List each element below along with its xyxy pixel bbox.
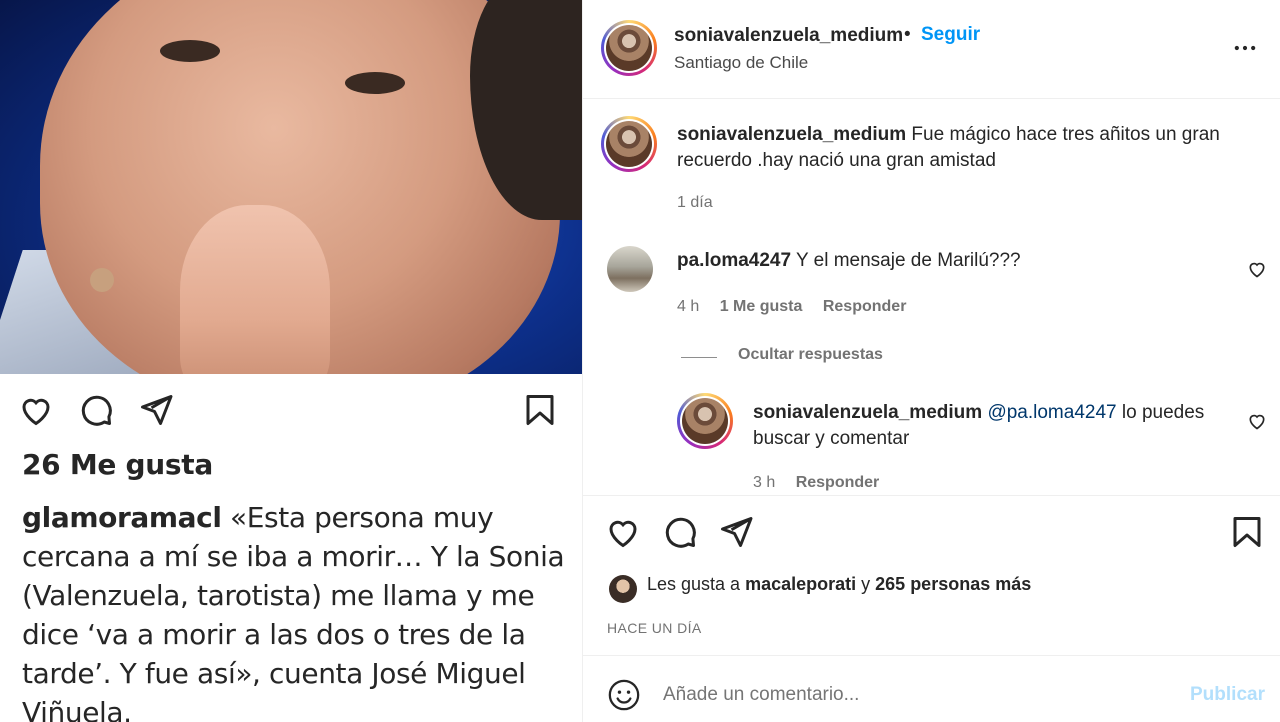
likes-user[interactable]: macaleporati xyxy=(745,574,856,594)
likes-summary[interactable]: Les gusta a macaleporati y 265 personas … xyxy=(647,574,1031,595)
follow-button[interactable]: Seguir xyxy=(921,24,980,46)
heart-icon xyxy=(22,398,50,426)
embedded-caption-user: glamoramacl xyxy=(22,501,222,534)
caption-meta: 1 día xyxy=(677,194,729,212)
caption-time[interactable]: 1 día xyxy=(677,194,713,211)
embedded-caption: glamoramacl «Esta persona muy cercana a … xyxy=(22,498,572,722)
comments-list[interactable]: soniavalenzuela_medium Fue mágico hace t… xyxy=(583,100,1280,494)
separator-dot: • xyxy=(904,24,911,45)
embedded-caption-text: «Esta persona muy cercana a mí se iba a … xyxy=(22,501,565,722)
comment-time[interactable]: 4 h xyxy=(677,298,699,315)
post-location[interactable]: Santiago de Chile xyxy=(674,53,808,73)
post-media[interactable]: 26 Me gusta glamoramacl «Esta persona mu… xyxy=(0,0,582,722)
post-header: soniavalenzuela_medium • Seguir Santiago… xyxy=(583,0,1280,99)
comment-username[interactable]: pa.loma4247 xyxy=(677,250,791,271)
commenter-avatar[interactable] xyxy=(607,246,653,292)
likes-prefix: Les gusta a xyxy=(647,574,746,594)
comment-text: Y el mensaje de Marilú??? xyxy=(791,250,1021,271)
comment-like-count[interactable]: 1 Me gusta xyxy=(720,298,803,315)
post-details-panel: soniavalenzuela_medium • Seguir Santiago… xyxy=(582,0,1280,722)
post-actions: Les gusta a macaleporati y 265 personas … xyxy=(583,495,1280,655)
share-icon[interactable] xyxy=(718,514,754,550)
save-bookmark-icon[interactable] xyxy=(1229,514,1265,550)
post-photo xyxy=(0,0,582,374)
comment-reply-button[interactable]: Responder xyxy=(823,298,907,315)
post-timestamp[interactable]: HACE UN DÍA xyxy=(607,620,702,636)
likes-middle: y xyxy=(856,574,876,594)
comment-text-block: pa.loma4247 Y el mensaje de Marilú??? xyxy=(677,248,1217,274)
liker-avatar[interactable] xyxy=(609,575,637,603)
reply-reply-button[interactable]: Responder xyxy=(796,474,880,491)
comment-icon xyxy=(81,395,112,426)
reply-mention[interactable]: @pa.loma4247 xyxy=(987,402,1116,423)
reply-text-block: soniavalenzuela_medium @pa.loma4247 lo p… xyxy=(753,400,1233,452)
author-username[interactable]: soniavalenzuela_medium xyxy=(674,25,903,47)
caption-text-block: soniavalenzuela_medium Fue mágico hace t… xyxy=(677,122,1247,174)
hide-replies-line xyxy=(681,357,717,358)
comment-meta: 4 h 1 Me gusta Responder xyxy=(677,298,922,316)
share-icon xyxy=(141,395,173,425)
caption-username[interactable]: soniavalenzuela_medium xyxy=(677,124,906,145)
publish-button[interactable]: Publicar xyxy=(1190,684,1265,706)
author-avatar[interactable] xyxy=(601,20,657,76)
add-comment-bar: Publicar xyxy=(583,655,1280,722)
emoji-icon[interactable] xyxy=(607,678,641,712)
likes-others[interactable]: 265 personas más xyxy=(875,574,1031,594)
comment-icon[interactable] xyxy=(662,514,698,550)
more-icon[interactable] xyxy=(1231,34,1259,62)
caption-avatar[interactable] xyxy=(601,116,657,172)
like-heart-icon[interactable] xyxy=(605,514,641,550)
reply-time[interactable]: 3 h xyxy=(753,474,775,491)
embedded-action-icons xyxy=(18,392,563,432)
bookmark-icon xyxy=(526,395,554,425)
comment-input[interactable] xyxy=(663,684,1143,706)
reply-avatar[interactable] xyxy=(677,393,733,449)
hide-replies-button[interactable]: Ocultar respuestas xyxy=(738,346,883,364)
reply-like-heart-icon[interactable] xyxy=(1247,411,1267,431)
reply-meta: 3 h Responder xyxy=(753,474,895,492)
embedded-likes-count: 26 Me gusta xyxy=(22,448,213,481)
reply-username[interactable]: soniavalenzuela_medium xyxy=(753,402,982,423)
comment-like-heart-icon[interactable] xyxy=(1247,259,1267,279)
